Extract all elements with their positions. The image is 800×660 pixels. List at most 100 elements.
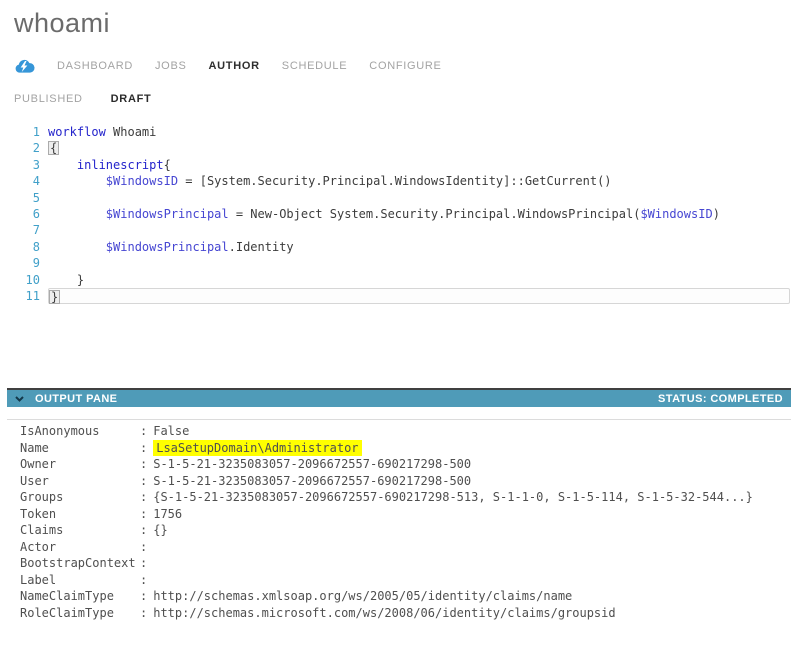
- output-field-label: Claims: [20, 522, 140, 539]
- output-colon: :: [140, 522, 147, 539]
- line-number: 11: [20, 288, 48, 304]
- tab-draft[interactable]: DRAFT: [111, 93, 152, 105]
- output-row: Claims : {}: [20, 522, 791, 539]
- nav-item-author[interactable]: AUTHOR: [209, 60, 260, 72]
- code-line[interactable]: $WindowsPrincipal = New-Object System.Se…: [48, 206, 790, 222]
- output-field-value: http://schemas.microsoft.com/ws/2008/06/…: [153, 605, 615, 622]
- code-line[interactable]: workflow Whoami: [48, 124, 790, 140]
- output-colon: :: [140, 423, 147, 440]
- output-field-value: S-1-5-21-3235083057-2096672557-690217298…: [153, 473, 471, 490]
- output-field-value: {S-1-5-21-3235083057-2096672557-69021729…: [153, 489, 753, 506]
- tab-published[interactable]: PUBLISHED: [14, 93, 83, 105]
- line-number: 6: [20, 206, 48, 222]
- output-field-label: RoleClaimType: [20, 605, 140, 622]
- output-field-value: 1756: [153, 506, 182, 523]
- page-title: whoami: [14, 8, 110, 39]
- highlighted-output-value: LsaSetupDomain\Administrator: [153, 440, 361, 457]
- output-row: NameClaimType : http://schemas.xmlsoap.o…: [20, 588, 791, 605]
- code-segment: $WindowsID: [640, 207, 712, 221]
- output-field-value: {}: [153, 522, 167, 539]
- editor-line: 4 $WindowsID = [System.Security.Principa…: [20, 173, 790, 189]
- output-colon: :: [140, 572, 147, 589]
- line-number: 2: [20, 140, 48, 156]
- output-field-label: Owner: [20, 456, 140, 473]
- chevron-down-icon[interactable]: [15, 396, 24, 402]
- code-segment: workflow: [48, 125, 106, 139]
- line-number: 8: [20, 239, 48, 255]
- output-row: Label :: [20, 572, 791, 589]
- code-segment: }: [48, 273, 84, 287]
- line-number: 3: [20, 157, 48, 173]
- output-field-label: Groups: [20, 489, 140, 506]
- output-pane-header[interactable]: OUTPUT PANE STATUS: COMPLETED: [7, 388, 791, 407]
- line-number: 9: [20, 255, 48, 271]
- output-row: Name : LsaSetupDomain\Administrator: [20, 440, 791, 457]
- code-line[interactable]: $WindowsPrincipal.Identity: [48, 239, 790, 255]
- output-field-label: Name: [20, 440, 140, 457]
- code-segment: {: [164, 158, 171, 172]
- code-segment: ): [713, 207, 720, 221]
- code-line[interactable]: [48, 222, 790, 238]
- code-line[interactable]: inlinescript{: [48, 157, 790, 173]
- code-line[interactable]: }: [48, 272, 790, 288]
- nav-item-schedule[interactable]: SCHEDULE: [282, 60, 348, 72]
- nav-item-jobs[interactable]: JOBS: [155, 60, 187, 72]
- automation-cloud-icon: [14, 59, 35, 74]
- output-field-value: http://schemas.xmlsoap.org/ws/2005/05/id…: [153, 588, 572, 605]
- output-field-label: NameClaimType: [20, 588, 140, 605]
- output-colon: :: [140, 539, 147, 556]
- status-badge: STATUS: COMPLETED: [658, 393, 783, 405]
- code-line[interactable]: {: [48, 140, 790, 156]
- output-field-label: Token: [20, 506, 140, 523]
- code-line[interactable]: [48, 190, 790, 206]
- editor-line: 5: [20, 190, 790, 206]
- output-colon: :: [140, 506, 147, 523]
- output-colon: :: [140, 555, 147, 572]
- line-number: 10: [20, 272, 48, 288]
- nav-item-dashboard[interactable]: DASHBOARD: [57, 60, 133, 72]
- runbook-author-page: whoami DASHBOARD JOBS AUTHOR SCHEDULE CONFIG…: [0, 0, 800, 660]
- code-segment: = [System.Security.Principal.WindowsIden…: [178, 174, 611, 188]
- nav-item-configure[interactable]: CONFIGURE: [369, 60, 441, 72]
- code-segment: Whoami: [106, 125, 157, 139]
- output-pane-title: OUTPUT PANE: [35, 393, 117, 405]
- output-field-value: S-1-5-21-3235083057-2096672557-690217298…: [153, 456, 471, 473]
- output-colon: :: [140, 605, 147, 622]
- code-segment: [48, 158, 77, 172]
- output-row: IsAnonymous : False: [20, 423, 791, 440]
- editor-line: 2 {: [20, 140, 790, 156]
- editor-line: 9: [20, 255, 790, 271]
- code-line[interactable]: $WindowsID = [System.Security.Principal.…: [48, 173, 790, 189]
- code-segment: [48, 240, 106, 254]
- output-content: IsAnonymous : False Name : LsaSetupDomai…: [7, 419, 791, 621]
- code-segment: .Identity: [229, 240, 294, 254]
- code-segment: = New-Object System.Security.Principal.W…: [229, 207, 641, 221]
- output-colon: :: [140, 456, 147, 473]
- code-segment: $WindowsID: [106, 174, 178, 188]
- publish-state-tabs: PUBLISHED DRAFT: [14, 93, 151, 105]
- output-row: Groups : {S-1-5-21-3235083057-2096672557…: [20, 489, 791, 506]
- editor-line: 3 inlinescript{: [20, 157, 790, 173]
- output-field-label: Label: [20, 572, 140, 589]
- editor-line: 6 $WindowsPrincipal = New-Object System.…: [20, 206, 790, 222]
- line-number: 7: [20, 222, 48, 238]
- code-editor[interactable]: 1 workflow Whoami 2 { 3 inlinescript{ 4 …: [20, 124, 790, 304]
- editor-line: 8 $WindowsPrincipal.Identity: [20, 239, 790, 255]
- code-line[interactable]: [48, 255, 790, 271]
- code-line[interactable]: }: [48, 288, 790, 304]
- output-row: BootstrapContext :: [20, 555, 791, 572]
- code-segment: [48, 207, 106, 221]
- output-field-label: BootstrapContext: [20, 555, 140, 572]
- output-field-label: IsAnonymous: [20, 423, 140, 440]
- code-segment: [48, 174, 106, 188]
- output-colon: :: [140, 489, 147, 506]
- editor-line: 1 workflow Whoami: [20, 124, 790, 140]
- code-segment: inlinescript: [77, 158, 164, 172]
- matched-bracket: }: [49, 290, 60, 304]
- line-number: 1: [20, 124, 48, 140]
- output-colon: :: [140, 588, 147, 605]
- line-number: 5: [20, 190, 48, 206]
- output-field-label: User: [20, 473, 140, 490]
- code-segment: $WindowsPrincipal: [106, 240, 229, 254]
- output-field-label: Actor: [20, 539, 140, 556]
